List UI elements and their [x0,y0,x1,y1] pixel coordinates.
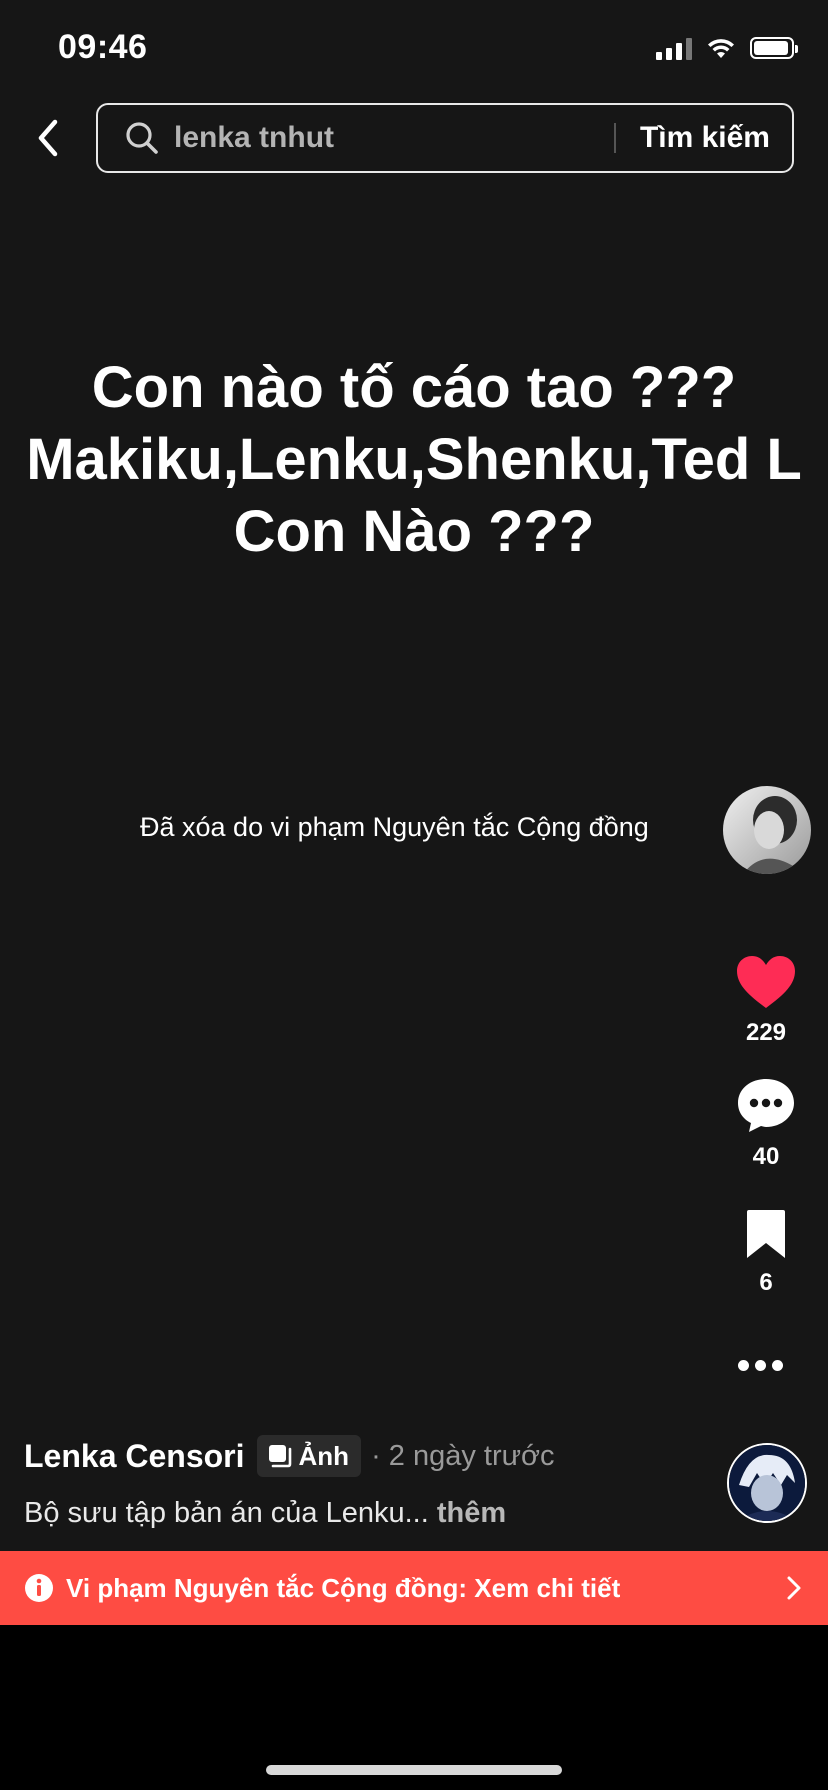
back-arrow-icon [38,119,58,157]
comment-icon [738,1079,794,1132]
more-dots-icon[interactable] [738,1360,783,1371]
headline-line: Con Nào ??? [233,499,595,564]
post-viewer: 09:46 lenka tnhut Tìm kiếm Con nào tố cá [0,0,828,1625]
violation-text: Vi phạm Nguyên tắc Cộng đồng: Xem chi ti… [66,1572,621,1603]
comment-count: 40 [752,1143,780,1170]
wifi-icon [708,39,734,58]
headline-line: Con nào tố cáo tao ??? [91,355,737,420]
avatar-image [729,1445,805,1521]
search-icon [126,122,158,154]
back-button[interactable] [26,116,70,160]
removed-notice: Đã xóa do vi phạm Nguyên tắc Cộng đồng [140,812,649,842]
caption-text: Bộ sưu tập bản án của Lenku... [24,1497,429,1529]
like-count: 229 [745,1019,787,1046]
cellular-signal-icon [656,36,692,60]
caption[interactable]: Bộ sưu tập bản án của Lenku... thêm [24,1497,506,1530]
status-bar: 09:46 [0,0,828,96]
caption-more-link[interactable]: thêm [437,1497,506,1529]
heart-icon [737,956,795,1008]
author-row: Lenka Censori Ảnh · 2 ngày trước [24,1434,555,1478]
violation-banner[interactable]: Vi phạm Nguyên tắc Cộng đồng: Xem chi ti… [0,1551,828,1625]
post-time: · 2 ngày trước [371,1439,555,1472]
like-button[interactable]: 229 [721,954,811,1047]
comment-button[interactable]: 40 [721,1076,811,1171]
author-name[interactable]: Lenka Censori [24,1438,245,1475]
battery-icon [750,37,798,59]
photo-badge: Ảnh [256,1435,362,1477]
author-avatar[interactable] [727,1443,807,1523]
headline-line: Makiku,Lenku,Shenku,Ted L [26,427,802,492]
search-divider [613,123,616,153]
badge-label: Ảnh [298,1440,350,1471]
creator-avatar[interactable] [723,786,811,874]
photo-icon [268,1445,291,1468]
save-count: 6 [759,1269,773,1296]
info-icon [25,1574,53,1602]
status-time: 09:46 [58,28,148,66]
save-button[interactable]: 6 [721,1208,811,1297]
search-input[interactable]: lenka tnhut [174,121,614,155]
post-headline: Con nào tố cáo tao ??? Makiku,Lenku,Shen… [0,352,828,568]
avatar-image [723,786,811,874]
bookmark-icon [747,1210,785,1258]
status-icons [656,36,798,60]
search-button[interactable]: Tìm kiếm [640,121,770,155]
search-bar[interactable]: lenka tnhut Tìm kiếm [96,103,794,173]
chevron-right-icon [787,1576,801,1600]
home-indicator[interactable] [266,1765,562,1775]
